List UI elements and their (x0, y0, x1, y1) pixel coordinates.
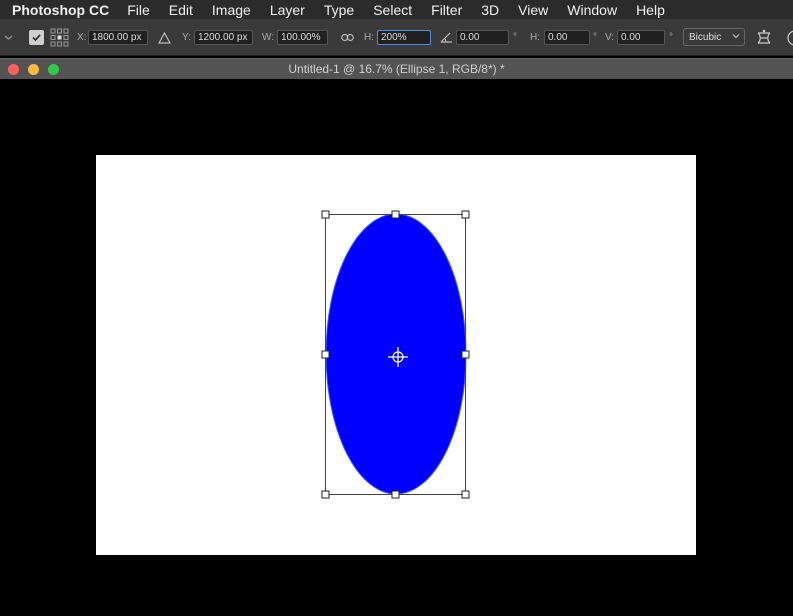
handle-bottom-right[interactable] (461, 490, 470, 499)
handle-top-right[interactable] (461, 210, 470, 219)
handle-middle-left[interactable] (321, 350, 330, 359)
handle-top-center[interactable] (391, 210, 400, 219)
handle-bottom-center[interactable] (391, 490, 400, 499)
transform-overlay (321, 210, 470, 499)
ellipse-shape[interactable] (325, 213, 467, 495)
handle-bottom-left[interactable] (321, 490, 330, 499)
handle-top-left[interactable] (321, 210, 330, 219)
handle-middle-right[interactable] (461, 350, 470, 359)
